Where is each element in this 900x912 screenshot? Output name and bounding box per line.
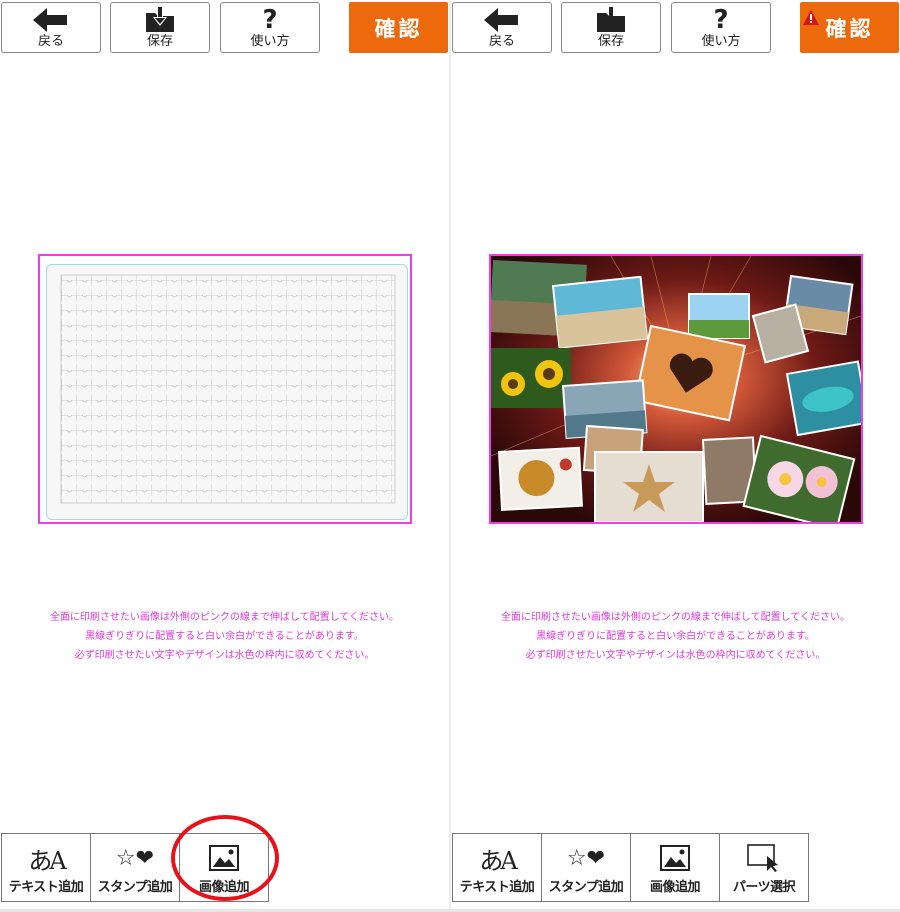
help-button[interactable]: ? 使い方 (671, 2, 771, 53)
editor-panel-filled: 戻る 保存 ? 使い方 確認 全面に印刷させたい画像は外側のピンクの線まで伸ばし… (451, 0, 900, 912)
photo-beach-people[interactable] (551, 275, 649, 349)
add-stamp-button[interactable]: ☆❤ スタンプ追加 (90, 833, 180, 902)
add-text-button[interactable]: あA テキスト追加 (452, 833, 542, 902)
confirm-button[interactable]: 確認 (349, 2, 448, 53)
question-icon: ? (221, 7, 319, 33)
puzzle-canvas[interactable] (38, 254, 412, 524)
image-icon (631, 842, 719, 874)
photo-collage (491, 256, 861, 522)
stamp-icon-glyph: ☆❤ (115, 845, 155, 871)
text-add-icon: あA (453, 842, 541, 875)
photo-sunflowers[interactable] (491, 348, 571, 408)
photo-field[interactable] (688, 293, 750, 339)
question-glyph: ? (713, 5, 729, 35)
back-label: 戻る (488, 34, 515, 49)
select-parts-button[interactable]: パーツ選択 (719, 833, 809, 902)
puzzle-canvas[interactable] (489, 254, 863, 524)
add-image-label: 画像追加 (649, 880, 701, 895)
photo-starfish[interactable] (594, 451, 704, 522)
back-button[interactable]: 戻る (452, 2, 552, 53)
save-button[interactable]: 保存 (110, 2, 210, 53)
add-stamp-button[interactable]: ☆❤ スタンプ追加 (541, 833, 631, 902)
help-label: 使い方 (701, 34, 741, 49)
question-icon: ? (672, 7, 770, 33)
help-button[interactable]: ? 使い方 (220, 2, 320, 53)
print-notice: 全面に印刷させたい画像は外側のピンクの線まで伸ばして配置してください。 黒線ぎり… (0, 608, 449, 665)
add-text-label: テキスト追加 (459, 880, 535, 895)
question-glyph: ? (262, 5, 278, 35)
add-image-label: 画像追加 (198, 880, 250, 895)
editor-panel-empty: 戻る 保存 ? 使い方 確認 全面に印刷させたい画像は外側のピンクの線まで伸ばし… (0, 0, 449, 912)
puzzle-template (46, 264, 408, 520)
warning-icon (803, 6, 819, 30)
help-label: 使い方 (250, 34, 290, 49)
star-heart-icon: ☆❤ (542, 842, 630, 874)
save-label: 保存 (146, 34, 173, 49)
notice-line-2: 黒線ぎりぎりに配置すると白い余白ができることがあります。 (536, 631, 815, 642)
cursor-select-icon (720, 842, 808, 874)
add-text-button[interactable]: あA テキスト追加 (1, 833, 91, 902)
image-icon (180, 842, 268, 874)
back-label: 戻る (37, 34, 64, 49)
arrow-left-icon (2, 7, 100, 33)
save-label: 保存 (597, 34, 624, 49)
add-image-button[interactable]: 画像追加 (630, 833, 720, 902)
notice-line-1: 全面に印刷させたい画像は外側のピンクの線まで伸ばして配置してください。 (49, 612, 400, 623)
text-add-icon: あA (2, 842, 90, 875)
confirm-button[interactable]: 確認 (800, 2, 899, 53)
add-stamp-label: スタンプ追加 (548, 880, 624, 895)
add-stamp-label: スタンプ追加 (97, 880, 173, 895)
notice-line-1: 全面に印刷させたい画像は外側のピンクの線まで伸ばして配置してください。 (500, 612, 851, 623)
notice-line-3: 必ず印刷させたい文字やデザインは水色の枠内に収めてください。 (525, 650, 826, 661)
star-heart-icon: ☆❤ (91, 842, 179, 874)
add-image-button[interactable]: 画像追加 (179, 833, 269, 902)
back-button[interactable]: 戻る (1, 2, 101, 53)
select-parts-label: パーツ選択 (732, 880, 796, 895)
notice-line-3: 必ず印刷させたい文字やデザインは水色の枠内に収めてください。 (74, 650, 375, 661)
download-folder-icon (111, 7, 209, 33)
photo-food-plate[interactable] (497, 446, 583, 511)
stamp-icon-glyph: ☆❤ (566, 845, 606, 871)
photo-fish[interactable] (785, 360, 861, 437)
text-icon-glyph: あA (28, 846, 66, 875)
add-text-label: テキスト追加 (8, 880, 84, 895)
print-notice: 全面に印刷させたい画像は外側のピンクの線まで伸ばして配置してください。 黒線ぎり… (451, 608, 900, 665)
confirm-label: 確認 (825, 16, 874, 41)
text-icon-glyph: あA (479, 846, 517, 875)
arrow-left-icon (453, 7, 551, 33)
download-folder-icon (562, 7, 660, 33)
notice-line-2: 黒線ぎりぎりに配置すると白い余白ができることがあります。 (85, 631, 364, 642)
save-button[interactable]: 保存 (561, 2, 661, 53)
